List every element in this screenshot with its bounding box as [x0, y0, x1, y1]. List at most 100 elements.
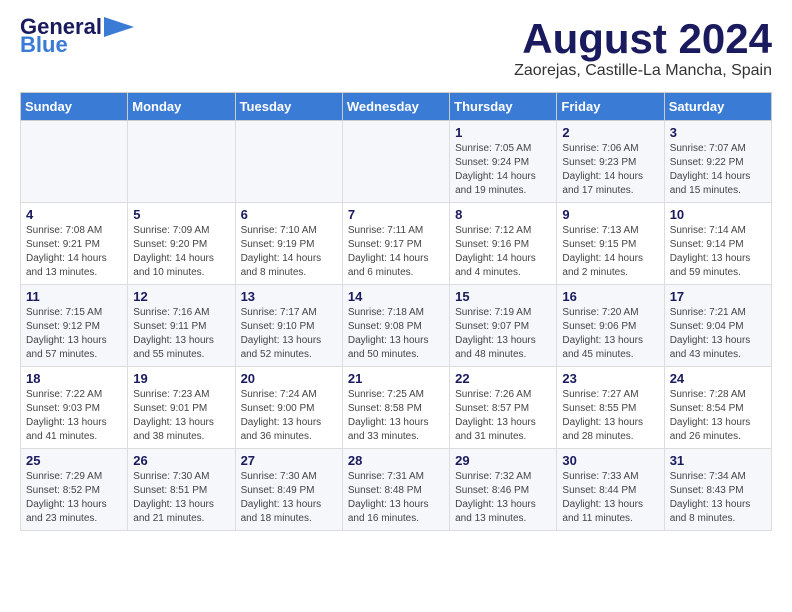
day-cell: 31Sunrise: 7:34 AMSunset: 8:43 PMDayligh…: [664, 449, 771, 531]
day-info: Sunrise: 7:31 AMSunset: 8:48 PMDaylight:…: [348, 470, 444, 526]
day-info: Sunrise: 7:14 AMSunset: 9:14 PMDaylight:…: [670, 224, 766, 280]
day-info: Sunrise: 7:05 AMSunset: 9:24 PMDaylight:…: [455, 142, 551, 198]
day-cell: 27Sunrise: 7:30 AMSunset: 8:49 PMDayligh…: [235, 449, 342, 531]
day-info: Sunrise: 7:33 AMSunset: 8:44 PMDaylight:…: [562, 470, 658, 526]
day-number: 11: [26, 289, 122, 304]
day-cell: 2 Sunrise: 7:06 AMSunset: 9:23 PMDaylight…: [557, 121, 664, 203]
day-number: 16: [562, 289, 658, 304]
day-cell: 12Sunrise: 7:16 AMSunset: 9:11 PMDayligh…: [128, 285, 235, 367]
day-number: 1: [455, 125, 551, 140]
day-info: Sunrise: 7:34 AMSunset: 8:43 PMDaylight:…: [670, 470, 766, 526]
week-row-1: 1 Sunrise: 7:05 AMSunset: 9:24 PMDaylight…: [21, 121, 772, 203]
col-friday: Friday: [557, 93, 664, 121]
day-cell: 1 Sunrise: 7:05 AMSunset: 9:24 PMDaylight…: [450, 121, 557, 203]
day-cell: [235, 121, 342, 203]
day-info: Sunrise: 7:23 AMSunset: 9:01 PMDaylight:…: [133, 388, 229, 444]
week-row-3: 11 Sunrise: 7:15 AMSunset: 9:12 PMDayligh…: [21, 285, 772, 367]
day-cell: 17Sunrise: 7:21 AMSunset: 9:04 PMDayligh…: [664, 285, 771, 367]
day-info: Sunrise: 7:20 AMSunset: 9:06 PMDaylight:…: [562, 306, 658, 362]
col-monday: Monday: [128, 93, 235, 121]
day-info: Sunrise: 7:19 AMSunset: 9:07 PMDaylight:…: [455, 306, 551, 362]
day-cell: [128, 121, 235, 203]
day-cell: 7 Sunrise: 7:11 AMSunset: 9:17 PMDaylight…: [342, 203, 449, 285]
calendar-table: Sunday Monday Tuesday Wednesday Thursday…: [20, 92, 772, 531]
day-cell: 6 Sunrise: 7:10 AMSunset: 9:19 PMDaylight…: [235, 203, 342, 285]
week-row-2: 4Sunrise: 7:08 AMSunset: 9:21 PMDaylight…: [21, 203, 772, 285]
day-info: Sunrise: 7:15 AMSunset: 9:12 PMDaylight:…: [26, 306, 122, 362]
col-tuesday: Tuesday: [235, 93, 342, 121]
header-row: Sunday Monday Tuesday Wednesday Thursday…: [21, 93, 772, 121]
day-cell: 14 Sunrise: 7:18 AMSunset: 9:08 PMDayligh…: [342, 285, 449, 367]
day-cell: 15Sunrise: 7:19 AMSunset: 9:07 PMDayligh…: [450, 285, 557, 367]
day-number: 24: [670, 371, 766, 386]
day-cell: [342, 121, 449, 203]
day-cell: 10 Sunrise: 7:14 AMSunset: 9:14 PMDayligh…: [664, 203, 771, 285]
day-number: 6: [241, 207, 337, 222]
col-wednesday: Wednesday: [342, 93, 449, 121]
day-cell: 25Sunrise: 7:29 AMSunset: 8:52 PMDayligh…: [21, 449, 128, 531]
day-cell: 13Sunrise: 7:17 AMSunset: 9:10 PMDayligh…: [235, 285, 342, 367]
day-info: Sunrise: 7:22 AMSunset: 9:03 PMDaylight:…: [26, 388, 122, 444]
day-number: 5: [133, 207, 229, 222]
day-number: 14: [348, 289, 444, 304]
day-number: 3: [670, 125, 766, 140]
day-cell: 29 Sunrise: 7:32 AMSunset: 8:46 PMDayligh…: [450, 449, 557, 531]
col-saturday: Saturday: [664, 93, 771, 121]
day-info: Sunrise: 7:32 AMSunset: 8:46 PMDaylight:…: [455, 470, 551, 526]
day-info: Sunrise: 7:25 AMSunset: 8:58 PMDaylight:…: [348, 388, 444, 444]
day-cell: 16 Sunrise: 7:20 AMSunset: 9:06 PMDayligh…: [557, 285, 664, 367]
day-cell: 26Sunrise: 7:30 AMSunset: 8:51 PMDayligh…: [128, 449, 235, 531]
day-number: 7: [348, 207, 444, 222]
day-info: Sunrise: 7:13 AMSunset: 9:15 PMDaylight:…: [562, 224, 658, 280]
day-cell: 21Sunrise: 7:25 AMSunset: 8:58 PMDayligh…: [342, 367, 449, 449]
location: Zaorejas, Castille-La Mancha, Spain: [514, 62, 772, 80]
day-info: Sunrise: 7:26 AMSunset: 8:57 PMDaylight:…: [455, 388, 551, 444]
day-cell: 3 Sunrise: 7:07 AMSunset: 9:22 PMDaylight…: [664, 121, 771, 203]
day-cell: 18 Sunrise: 7:22 AMSunset: 9:03 PMDayligh…: [21, 367, 128, 449]
day-number: 22: [455, 371, 551, 386]
day-info: Sunrise: 7:10 AMSunset: 9:19 PMDaylight:…: [241, 224, 337, 280]
month-title: August 2024: [514, 16, 772, 62]
title-block: August 2024 Zaorejas, Castille-La Mancha…: [514, 16, 772, 80]
day-cell: 28 Sunrise: 7:31 AMSunset: 8:48 PMDayligh…: [342, 449, 449, 531]
day-number: 18: [26, 371, 122, 386]
day-info: Sunrise: 7:07 AMSunset: 9:22 PMDaylight:…: [670, 142, 766, 198]
logo: General Blue: [20, 16, 134, 56]
day-number: 4: [26, 207, 122, 222]
day-info: Sunrise: 7:11 AMSunset: 9:17 PMDaylight:…: [348, 224, 444, 280]
day-info: Sunrise: 7:09 AMSunset: 9:20 PMDaylight:…: [133, 224, 229, 280]
page-header: General Blue August 2024 Zaorejas, Casti…: [20, 16, 772, 80]
day-number: 17: [670, 289, 766, 304]
day-number: 2: [562, 125, 658, 140]
day-cell: 20 Sunrise: 7:24 AMSunset: 9:00 PMDayligh…: [235, 367, 342, 449]
day-info: Sunrise: 7:24 AMSunset: 9:00 PMDaylight:…: [241, 388, 337, 444]
day-cell: 5 Sunrise: 7:09 AMSunset: 9:20 PMDaylight…: [128, 203, 235, 285]
day-number: 29: [455, 453, 551, 468]
day-cell: 24Sunrise: 7:28 AMSunset: 8:54 PMDayligh…: [664, 367, 771, 449]
col-thursday: Thursday: [450, 93, 557, 121]
day-cell: 23Sunrise: 7:27 AMSunset: 8:55 PMDayligh…: [557, 367, 664, 449]
day-cell: 9 Sunrise: 7:13 AMSunset: 9:15 PMDaylight…: [557, 203, 664, 285]
col-sunday: Sunday: [21, 93, 128, 121]
day-number: 9: [562, 207, 658, 222]
day-info: Sunrise: 7:06 AMSunset: 9:23 PMDaylight:…: [562, 142, 658, 198]
day-number: 8: [455, 207, 551, 222]
day-number: 23: [562, 371, 658, 386]
day-cell: [21, 121, 128, 203]
day-info: Sunrise: 7:17 AMSunset: 9:10 PMDaylight:…: [241, 306, 337, 362]
day-number: 19: [133, 371, 229, 386]
day-cell: 8Sunrise: 7:12 AMSunset: 9:16 PMDaylight…: [450, 203, 557, 285]
day-info: Sunrise: 7:16 AMSunset: 9:11 PMDaylight:…: [133, 306, 229, 362]
day-cell: 30Sunrise: 7:33 AMSunset: 8:44 PMDayligh…: [557, 449, 664, 531]
day-number: 20: [241, 371, 337, 386]
day-info: Sunrise: 7:30 AMSunset: 8:51 PMDaylight:…: [133, 470, 229, 526]
day-info: Sunrise: 7:18 AMSunset: 9:08 PMDaylight:…: [348, 306, 444, 362]
day-cell: 11 Sunrise: 7:15 AMSunset: 9:12 PMDayligh…: [21, 285, 128, 367]
day-number: 10: [670, 207, 766, 222]
day-info: Sunrise: 7:30 AMSunset: 8:49 PMDaylight:…: [241, 470, 337, 526]
calendar-header: Sunday Monday Tuesday Wednesday Thursday…: [21, 93, 772, 121]
day-number: 28: [348, 453, 444, 468]
week-row-4: 18 Sunrise: 7:22 AMSunset: 9:03 PMDayligh…: [21, 367, 772, 449]
day-cell: 22 Sunrise: 7:26 AMSunset: 8:57 PMDayligh…: [450, 367, 557, 449]
calendar-body: 1 Sunrise: 7:05 AMSunset: 9:24 PMDaylight…: [21, 121, 772, 531]
